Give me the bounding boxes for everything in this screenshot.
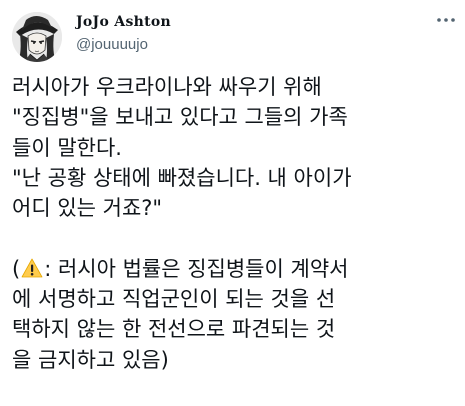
more-dots-icon bbox=[437, 18, 455, 22]
tweet-line: 러시아가 우크라이나와 싸우기 위해 bbox=[12, 75, 322, 99]
warning-text: : 러시아 법률은 징집병들이 계약서 bbox=[44, 256, 349, 281]
anime-character-avatar-icon bbox=[12, 12, 62, 62]
avatar[interactable] bbox=[12, 12, 62, 62]
tweet-text: 러시아가 우크라이나와 싸우기 위해 "징집병"을 보내고 있다고 그들의 가족… bbox=[12, 72, 462, 375]
warning-prefix: ( bbox=[12, 256, 21, 281]
warning-icon bbox=[21, 257, 43, 279]
tweet-line: "난 공황 상태에 빠졌습니다. 내 아이가 bbox=[12, 165, 352, 190]
tweet-line bbox=[12, 223, 462, 253]
tweet-line: 에 서명하고 직업군인이 되는 것을 선 bbox=[12, 287, 336, 312]
tweet-warning-line: ( : 러시아 법률은 징집병들이 계약서 bbox=[12, 254, 462, 284]
tweet-line: 택하지 않는 한 전선으로 파견되는 것 bbox=[12, 317, 336, 342]
tweet-line: 들이 말한다. bbox=[12, 135, 122, 160]
author-display-name[interactable]: JoJo Ashton bbox=[76, 14, 171, 30]
tweet-line: "징집병"을 보내고 있다고 그들의 가족 bbox=[12, 105, 348, 130]
more-options-button[interactable] bbox=[434, 8, 458, 32]
author-handle[interactable]: @jouuuujo bbox=[76, 36, 148, 53]
tweet-line: 을 금지하고 있음) bbox=[12, 347, 169, 372]
tweet-line: 어디 있는 거죠?" bbox=[12, 196, 163, 221]
